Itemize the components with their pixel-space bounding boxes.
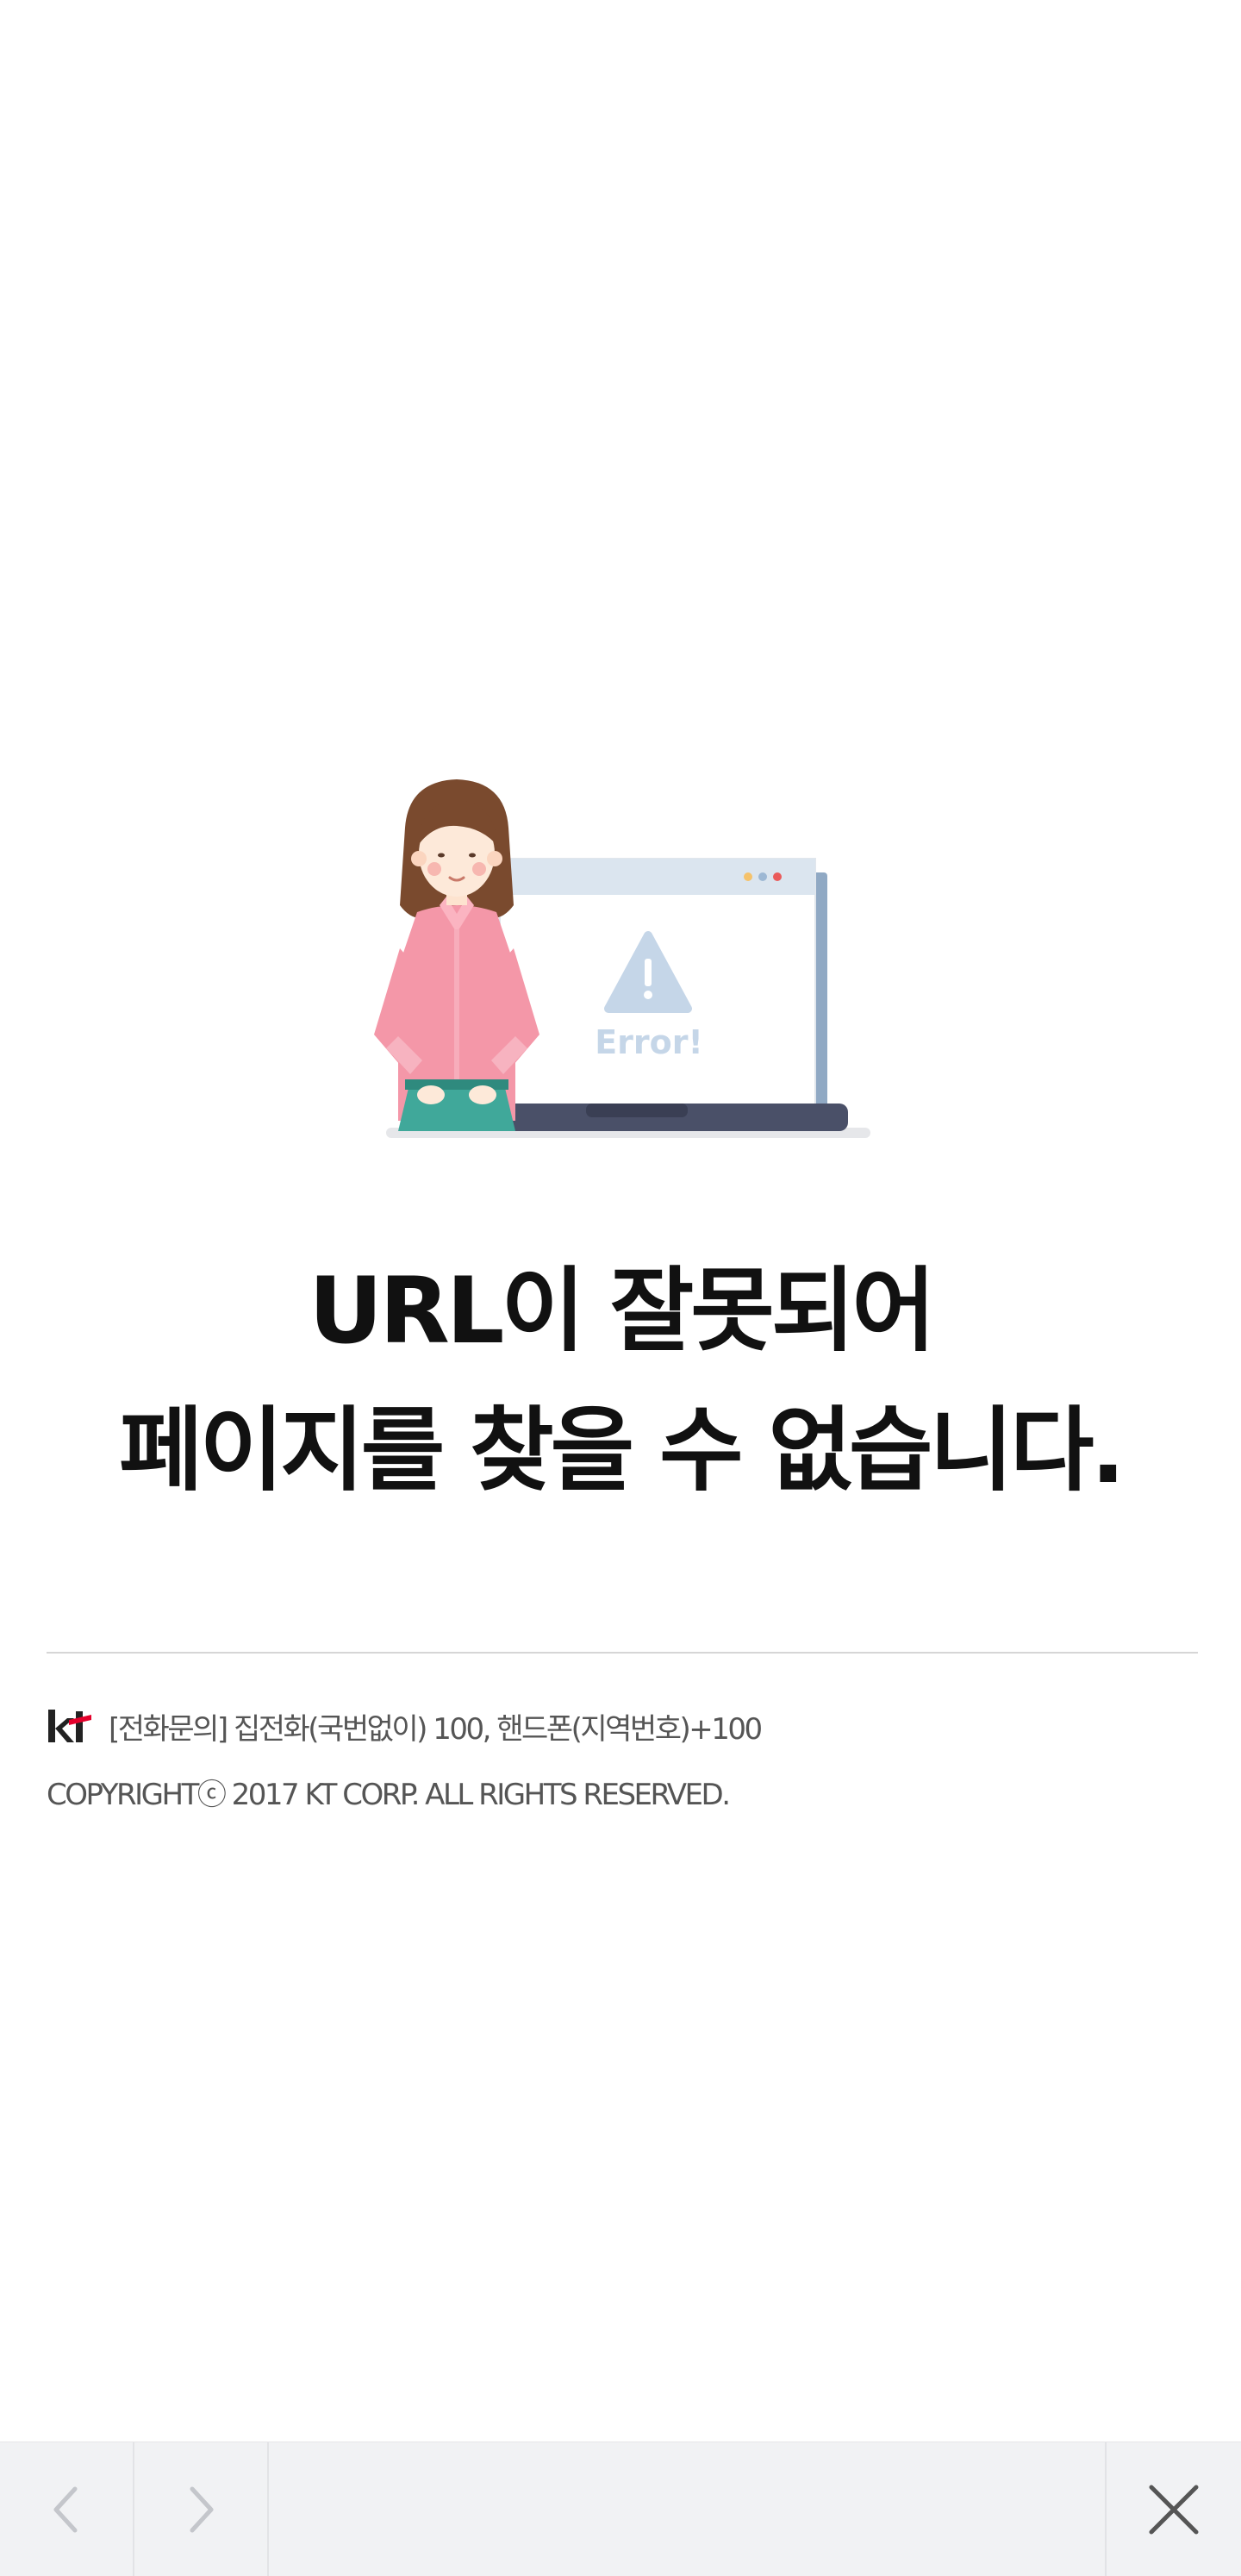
chevron-right-icon — [190, 2486, 214, 2533]
placket — [454, 929, 459, 1102]
browser-title-bar — [500, 859, 815, 895]
close-icon — [1149, 2485, 1199, 2535]
warning-mark — [645, 959, 652, 986]
contact-info: [전화문의] 집전화(국번없이) 100, 핸드폰(지역번호)+100 — [109, 1712, 763, 1747]
error-label: Error! — [595, 1023, 703, 1061]
back-button[interactable] — [0, 2442, 134, 2576]
error-title-line2: 페이지를 찾을 수 없습니다. — [119, 1397, 1126, 1504]
cheek-right — [472, 862, 486, 876]
error-title-line1: URL이 잘못되어 — [309, 1258, 936, 1364]
error-message: URL이 잘못되어 페이지를 찾을 수 없습니다. — [0, 1241, 1241, 1521]
footer-contact-row: [전화문의] 집전화(국번없이) 100, 핸드폰(지역번호)+100 — [47, 1705, 763, 1748]
cheek-left — [427, 862, 441, 876]
footer: [전화문의] 집전화(국번없이) 100, 핸드폰(지역번호)+100 COPY… — [47, 1652, 1198, 1812]
laptop-notch — [586, 1104, 688, 1117]
chevron-left-icon — [53, 2486, 78, 2533]
ear-left — [411, 851, 427, 866]
warning-dot — [644, 991, 652, 999]
browser-dot-red — [773, 872, 782, 881]
waist — [405, 1079, 508, 1090]
eye-right — [469, 853, 476, 858]
error-illustration: Error! — [374, 779, 870, 1138]
error-page: Error! URL이 잘못되어 페이지를 찾을 수 없습니다. [전화문의] … — [0, 0, 1241, 2576]
browser-dot-blue — [758, 872, 767, 881]
close-button[interactable] — [1105, 2442, 1241, 2576]
browser-toolbar — [0, 2442, 1241, 2576]
hand-left — [417, 1085, 445, 1104]
skirt — [398, 1088, 515, 1131]
kt-logo — [48, 1709, 91, 1742]
hand-right — [469, 1085, 496, 1104]
forward-button[interactable] — [134, 2442, 269, 2576]
ear-right — [487, 851, 502, 866]
copyright: COPYRIGHTⓒ 2017 KT CORP. ALL RIGHTS RESE… — [47, 1778, 731, 1812]
eye-left — [438, 853, 445, 858]
browser-dot-yellow — [744, 872, 752, 881]
